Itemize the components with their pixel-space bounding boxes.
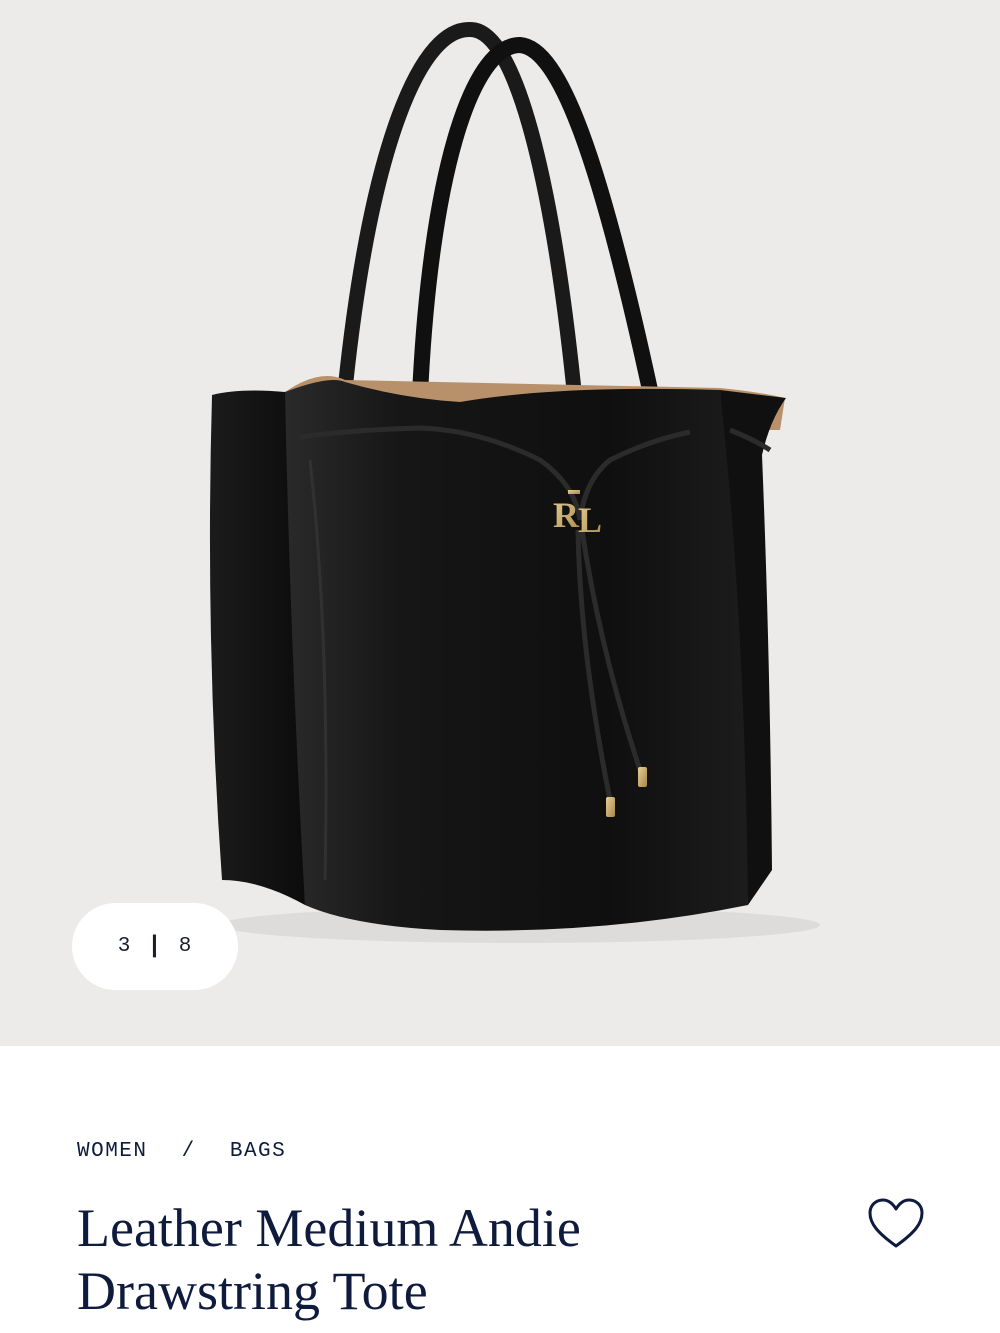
breadcrumb-women[interactable]: WOMEN — [77, 1140, 148, 1163]
image-counter-total: 8 — [178, 935, 193, 958]
product-title-line1: Leather Medium Andie — [77, 1198, 581, 1258]
product-title-line2: Drawstring Tote — [77, 1261, 428, 1321]
breadcrumb-bags[interactable]: BAGS — [230, 1140, 286, 1163]
image-counter-current: 3 — [117, 935, 132, 958]
breadcrumb: WOMEN / BAGS — [77, 1140, 286, 1163]
svg-text:R: R — [553, 495, 580, 535]
breadcrumb-separator: / — [181, 1140, 196, 1163]
image-counter-separator: | — [147, 933, 163, 960]
heart-outline-icon — [868, 1198, 924, 1248]
image-counter: 3 | 8 — [72, 903, 238, 990]
product-title: Leather Medium Andie Drawstring Tote — [77, 1197, 717, 1323]
svg-text:L: L — [578, 500, 602, 540]
product-image-gallery[interactable]: R L 3 | 8 — [0, 0, 1000, 1046]
product-image[interactable]: R L — [0, 0, 1000, 1046]
favorite-button[interactable] — [866, 1196, 926, 1252]
